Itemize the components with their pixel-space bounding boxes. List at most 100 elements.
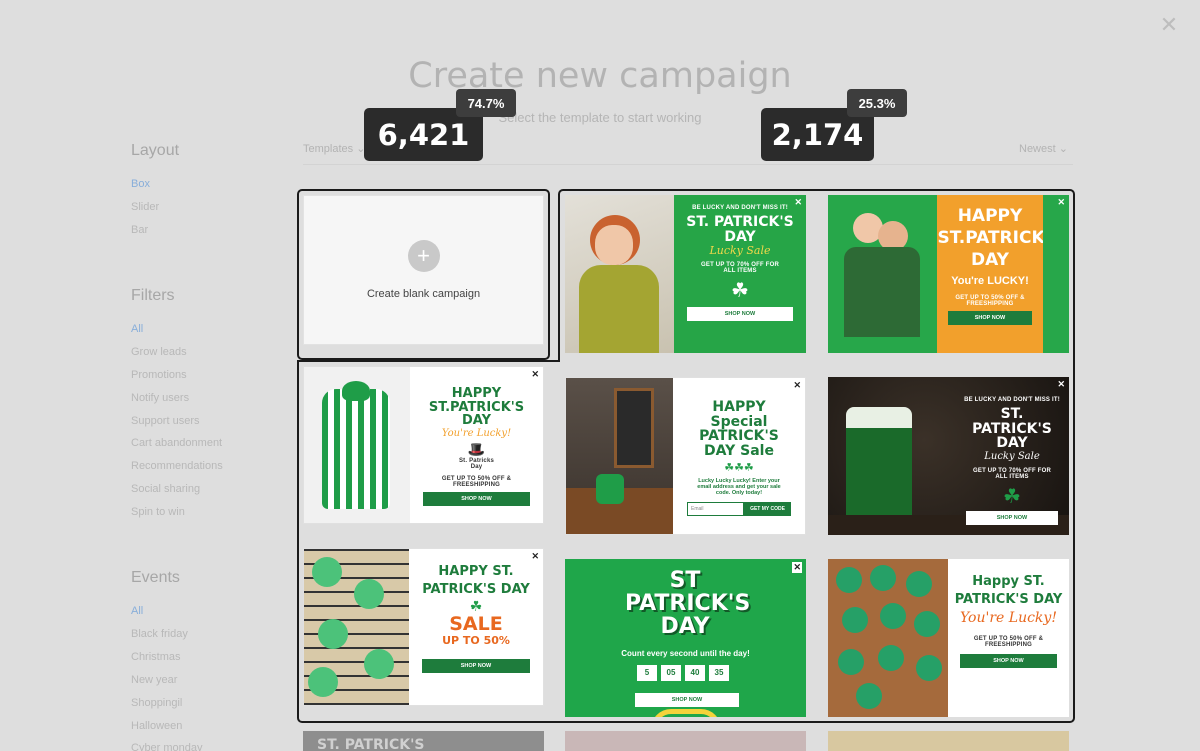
promo-script: You're Lucky! <box>441 427 512 439</box>
shamrock-icon: ☘ <box>731 280 749 303</box>
green-stripe <box>1043 195 1069 353</box>
countdown: 5 05 40 35 <box>637 665 729 681</box>
page-title: Create new campaign <box>408 56 792 96</box>
event-item-shoppingil[interactable]: Shoppingil <box>131 697 182 709</box>
events-heading: Events <box>131 569 180 586</box>
template-card-peek-1[interactable]: ST. PATRICK'S <box>303 731 544 751</box>
templates-dropdown[interactable]: Templates ⌄ <box>303 142 365 155</box>
stat-value: 2,174 <box>771 117 864 152</box>
countdown-minutes: 40 <box>685 665 705 681</box>
sidebar-item-slider[interactable]: Slider <box>131 201 159 213</box>
template-promo: Happy ST. PATRICK'S DAY You're Lucky! GE… <box>948 559 1069 717</box>
template-photo <box>566 378 673 534</box>
promo-offer: GET UP TO 70% OFF FOR ALL ITEMS <box>701 262 779 275</box>
sidebar-item-box[interactable]: Box <box>131 178 150 190</box>
close-icon: ✕ <box>531 551 539 561</box>
chevron-down-icon: ⌄ <box>1058 143 1068 155</box>
promo-sub: You're LUCKY! <box>951 275 1029 288</box>
promo-button: SHOP NOW <box>422 658 530 673</box>
promo-title: HAPPY ST.PATRICK'S DAY <box>428 386 525 429</box>
template-promo: HAPPY ST.PATRICK'S DAY You're LUCKY! GET… <box>937 195 1063 353</box>
filters-heading: Filters <box>131 287 175 304</box>
stat-percent-right: 25.3% <box>847 89 907 117</box>
template-card-6[interactable]: ✕ HAPPY ST. PATRICK'S DAY ☘ SALE UP TO 5… <box>303 548 544 706</box>
close-icon[interactable]: ✕ <box>1158 14 1180 36</box>
chevron-down-icon: ⌄ <box>356 143 366 155</box>
toolbar-divider <box>303 164 1073 165</box>
plus-icon: + <box>407 240 440 272</box>
event-item-christmas[interactable]: Christmas <box>131 651 181 663</box>
promo-script: Lucky Sale <box>984 451 1040 463</box>
filter-item-support-users[interactable]: Support users <box>131 415 199 427</box>
promo-script: You're Lucky! <box>960 610 1057 627</box>
event-item-new-year[interactable]: New year <box>131 674 177 686</box>
promo-button: SHOP NOW <box>960 654 1057 669</box>
promo-small: BE LUCKY AND DON'T MISS IT! <box>964 397 1060 403</box>
template-card-5[interactable]: ✕ BE LUCKY AND DON'T MISS IT! ST. PATRIC… <box>828 377 1069 535</box>
template-card-4[interactable]: ✕ HAPPY Special PATRICK'S DAY Sale ☘☘☘ L… <box>565 377 806 535</box>
template-card-3[interactable]: ✕ HAPPY ST.PATRICK'S DAY You're Lucky! 🎩… <box>303 366 544 524</box>
shamrock-icon: ☘ <box>1003 486 1021 509</box>
create-blank-campaign-card[interactable]: + Create blank campaign <box>303 195 544 345</box>
filter-item-notify-users[interactable]: Notify users <box>131 392 189 404</box>
template-promo: ✕ BE LUCKY AND DON'T MISS IT! ST. PATRIC… <box>674 195 806 353</box>
template-promo: ✕ BE LUCKY AND DON'T MISS IT! ST. PATRIC… <box>955 377 1069 535</box>
filter-item-all[interactable]: All <box>131 323 143 335</box>
promo-offer: GET UP TO 50% OFF & FREESHIPPING <box>955 295 1025 308</box>
templates-label: Templates <box>303 143 354 155</box>
hat-icon: 🎩 <box>467 440 486 457</box>
promo-offer: GET UP TO 50% OFF & FREESHIPPING <box>973 636 1044 649</box>
layout-heading: Layout <box>131 142 180 159</box>
countdown-seconds: 35 <box>709 665 729 681</box>
email-form: Email GET MY CODE <box>687 501 791 516</box>
stat-percent: 74.7% <box>467 95 505 111</box>
promo-title: HAPPY Special PATRICK'S DAY Sale <box>699 399 779 460</box>
event-item-cyber-monday[interactable]: Cyber monday <box>131 742 203 751</box>
promo-title: HAPPY ST.PATRICK'S DAY <box>937 206 1063 271</box>
peek-title: ST. PATRICK'S <box>317 737 425 751</box>
promo-button: SHOP NOW <box>423 491 530 506</box>
promo-title: ST. PATRICK'S DAY <box>686 214 794 245</box>
template-card-1[interactable]: ✕ BE LUCKY AND DON'T MISS IT! ST. PATRIC… <box>565 195 806 353</box>
event-item-all[interactable]: All <box>131 605 143 617</box>
promo-title: HAPPY ST. PATRICK'S DAY <box>422 564 530 597</box>
email-field: Email <box>687 501 745 516</box>
promo-title: ST. PATRICK'S DAY <box>972 406 1052 452</box>
close-icon: ✕ <box>531 369 539 379</box>
promo-offer: GET UP TO 50% OFF & FREESHIPPING <box>441 475 512 488</box>
event-item-black-friday[interactable]: Black friday <box>131 628 188 640</box>
filter-item-social-sharing[interactable]: Social sharing <box>131 483 200 495</box>
sort-dropdown[interactable]: Newest ⌄ <box>1019 142 1068 155</box>
template-card-7[interactable]: ✕ ST PATRICK'S DAY Count every second un… <box>565 559 806 717</box>
promo-sale: SALE <box>449 613 503 636</box>
rainbow-arc <box>651 709 721 717</box>
promo-button: SHOP NOW <box>687 307 793 322</box>
template-photo <box>828 195 937 353</box>
promo-sale-sub: UP TO 50% <box>442 634 510 648</box>
template-photo <box>304 367 410 523</box>
countdown-label: Count every second until the day! <box>621 649 750 658</box>
stat-value: 6,421 <box>377 117 470 152</box>
sidebar-item-bar[interactable]: Bar <box>131 224 148 236</box>
get-code-button: GET MY CODE <box>744 501 791 516</box>
template-card-peek-3[interactable] <box>828 731 1069 751</box>
filter-item-promotions[interactable]: Promotions <box>131 369 187 381</box>
sort-label: Newest <box>1019 143 1056 155</box>
promo-body: Lucky Lucky Lucky! Enter your email addr… <box>697 477 781 496</box>
template-promo: ✕ HAPPY Special PATRICK'S DAY Sale ☘☘☘ L… <box>673 378 805 534</box>
template-card-8[interactable]: Happy ST. PATRICK'S DAY You're Lucky! GE… <box>828 559 1069 717</box>
close-icon: ✕ <box>1057 197 1065 207</box>
event-item-halloween[interactable]: Halloween <box>131 720 182 732</box>
filter-item-spin-to-win[interactable]: Spin to win <box>131 506 185 518</box>
page-subtitle: Select the template to start working <box>498 110 702 125</box>
filter-item-grow-leads[interactable]: Grow leads <box>131 346 187 358</box>
template-card-peek-2[interactable] <box>565 731 806 751</box>
template-card-2[interactable]: HAPPY ST.PATRICK'S DAY You're LUCKY! GET… <box>828 195 1069 353</box>
template-photo <box>828 559 948 717</box>
filter-item-recommendations[interactable]: Recommendations <box>131 460 223 472</box>
close-icon: ✕ <box>1057 379 1065 389</box>
template-photo <box>565 195 674 353</box>
template-photo <box>304 549 409 705</box>
filter-item-cart-abandonment[interactable]: Cart abandonment <box>131 437 222 449</box>
close-icon: ✕ <box>794 197 802 207</box>
